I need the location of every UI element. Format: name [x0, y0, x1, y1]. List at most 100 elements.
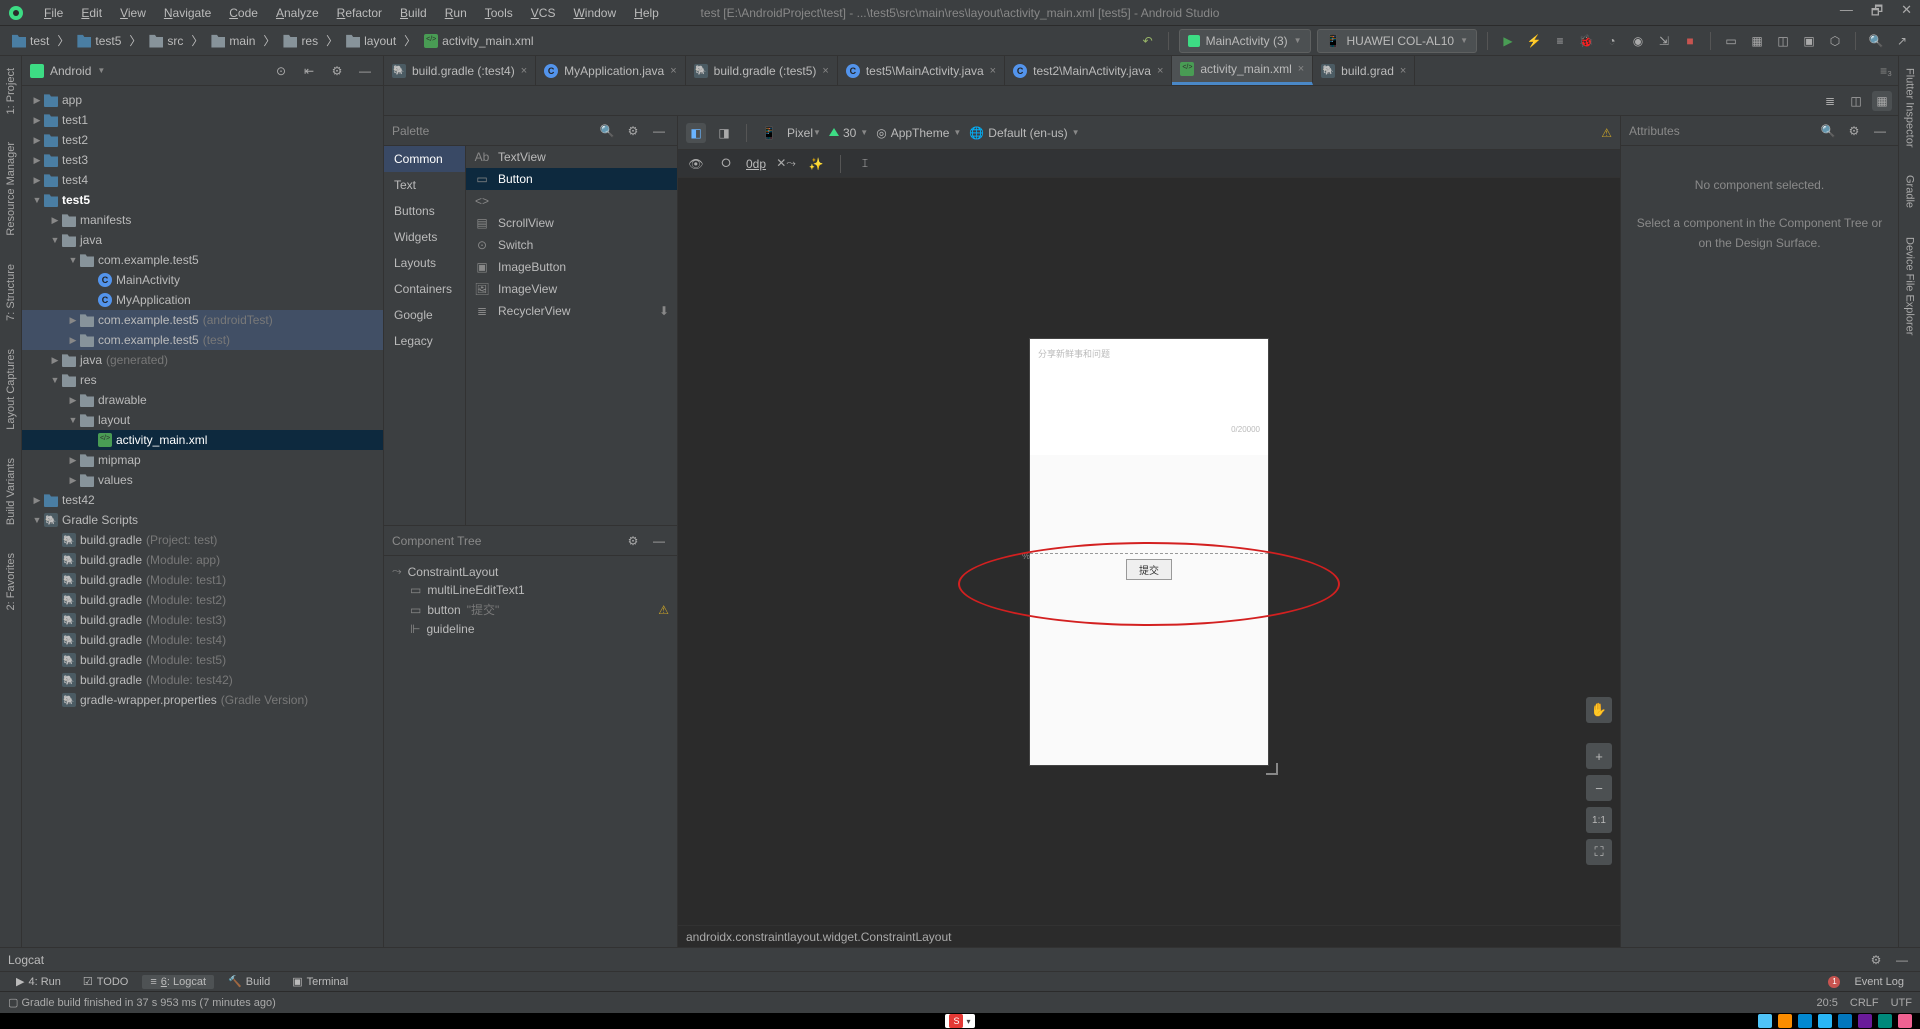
locale-picker[interactable]: 🌐Default (en-us) ▼ [969, 126, 1079, 140]
palette-item-textview[interactable]: AbTextView [466, 146, 677, 168]
tray-icon[interactable] [1798, 1014, 1812, 1028]
design-surface-icon[interactable]: ◧ [686, 123, 706, 143]
tab-event-log[interactable]: Event Log [1846, 975, 1912, 989]
default-margin[interactable]: 0dp [746, 157, 766, 171]
crumb-test5[interactable]: test5 [73, 32, 125, 50]
tab-build[interactable]: 🔨 Build [220, 974, 278, 989]
close-icon[interactable]: × [1400, 65, 1406, 77]
tree-mainactivity[interactable]: C MainActivity [22, 270, 383, 290]
crumb-layout[interactable]: layout [342, 32, 400, 50]
palette-cat-google[interactable]: Google [384, 302, 465, 328]
tray-icon[interactable] [1858, 1014, 1872, 1028]
palette-item-scrollview[interactable]: ▤ScrollView [466, 212, 677, 234]
gutter-1-project[interactable]: 1: Project [3, 60, 19, 122]
tree-build-gradle[interactable]: 🐘 build.gradle (Module: test3) [22, 610, 383, 630]
close-icon[interactable]: × [1298, 63, 1304, 75]
palette-cat-text[interactable]: Text [384, 172, 465, 198]
tab-build-gradle-test4-[interactable]: 🐘build.gradle (:test4)× [384, 56, 536, 85]
run-button[interactable]: ▶ [1498, 31, 1518, 51]
ide-settings-icon[interactable]: ↗ [1892, 31, 1912, 51]
clear-constraints-icon[interactable]: ✕⤳ [776, 154, 796, 174]
tree-mipmap[interactable]: ▶ mipmap [22, 450, 383, 470]
menu-run[interactable]: Run [437, 4, 475, 22]
zoom-in-button[interactable]: + [1586, 743, 1612, 769]
gear-icon[interactable]: ⚙ [1866, 950, 1886, 970]
blueprint-icon[interactable]: ◨ [714, 123, 734, 143]
tree-myapplication[interactable]: C MyApplication [22, 290, 383, 310]
tray-icon[interactable] [1878, 1014, 1892, 1028]
tree-build-gradle[interactable]: 🐘 build.gradle (Module: test5) [22, 650, 383, 670]
close-icon[interactable]: × [990, 65, 996, 77]
design-view-icon[interactable]: ▦ [1872, 91, 1892, 111]
tray-icon[interactable] [1758, 1014, 1772, 1028]
troubleshoot-icon[interactable]: ⬡ [1825, 31, 1845, 51]
tab-terminal[interactable]: ▣ Terminal [284, 974, 356, 989]
tree-layout[interactable]: ▼ layout [22, 410, 383, 430]
crumb-test[interactable]: test [8, 32, 53, 50]
sdk-manager-icon[interactable]: ▦ [1747, 31, 1767, 51]
menu-navigate[interactable]: Navigate [156, 4, 219, 22]
gear-icon[interactable]: ⚙ [623, 121, 643, 141]
tree-java[interactable]: ▶ java (generated) [22, 350, 383, 370]
caret-position[interactable]: 20:5 [1816, 997, 1837, 1009]
orientation-icon[interactable]: 📱 [759, 123, 779, 143]
tree-java[interactable]: ▼ java [22, 230, 383, 250]
tab-logcat[interactable]: ≡ 6: Logcat [142, 975, 214, 989]
preview-submit-button[interactable]: 提交 [1126, 559, 1172, 580]
palette-cat-layouts[interactable]: Layouts [384, 250, 465, 276]
run-config-selector[interactable]: MainActivity (3)▼ [1179, 29, 1311, 53]
locate-icon[interactable]: ⊙ [271, 61, 291, 81]
hide-icon[interactable]: — [355, 61, 375, 81]
split-view-icon[interactable]: ◫ [1846, 91, 1866, 111]
api-picker[interactable]: 30▼ [829, 126, 868, 140]
palette-item-imagebutton[interactable]: ▣ImageButton [466, 256, 677, 278]
eye-icon[interactable]: 👁 [686, 154, 706, 174]
search-icon[interactable]: 🔍 [597, 121, 617, 141]
profiler-icon[interactable]: ◔ [1602, 31, 1622, 51]
tree-build-gradle[interactable]: 🐘 build.gradle (Module: test1) [22, 570, 383, 590]
breadcrumb[interactable]: test〉test5〉src〉main〉res〉layout〉activity_… [8, 32, 1138, 50]
crumb-src[interactable]: src [145, 32, 187, 50]
palette-item-imageview[interactable]: 🖼ImageView [466, 278, 677, 300]
hide-icon[interactable]: — [1870, 121, 1890, 141]
tab-test2-mainactivity-java[interactable]: Ctest2\MainActivity.java× [1005, 56, 1172, 85]
guideline[interactable] [1030, 553, 1268, 554]
palette-item-button[interactable]: ▭Button [466, 168, 677, 190]
close-window-button[interactable]: ✕ [1901, 2, 1912, 24]
ime-icon[interactable]: S [949, 1014, 963, 1028]
tree-drawable[interactable]: ▶ drawable [22, 390, 383, 410]
menu-vcs[interactable]: VCS [523, 4, 564, 22]
tree-test5[interactable]: ▼ test5 [22, 190, 383, 210]
tree-com-example-test5[interactable]: ▶ com.example.test5 (test) [22, 330, 383, 350]
menu-analyze[interactable]: Analyze [268, 4, 327, 22]
close-icon[interactable]: × [822, 65, 828, 77]
gutter-2-favorites[interactable]: 2: Favorites [3, 545, 19, 618]
close-icon[interactable]: × [1157, 65, 1163, 77]
tree-gradle-scripts[interactable]: ▼🐘 Gradle Scripts [22, 510, 383, 530]
autoconnect-icon[interactable]: ⭘ [716, 154, 736, 174]
tree-test42[interactable]: ▶ test42 [22, 490, 383, 510]
crumb-res[interactable]: res [279, 32, 322, 50]
search-icon[interactable]: 🔍 [1818, 121, 1838, 141]
palette-cat-common[interactable]: Common [384, 146, 465, 172]
close-icon[interactable]: × [670, 65, 676, 77]
avd-manager-icon[interactable]: ▭ [1721, 31, 1741, 51]
gutter-build-variants[interactable]: Build Variants [3, 450, 19, 533]
tree-com-example-test5[interactable]: ▼ com.example.test5 [22, 250, 383, 270]
tree-values[interactable]: ▶ values [22, 470, 383, 490]
debug-button[interactable]: 🐞 [1576, 31, 1596, 51]
resize-handle-icon[interactable] [1266, 763, 1278, 775]
ct-guideline[interactable]: ⊩guideline [388, 620, 673, 638]
search-everywhere-icon[interactable]: 🔍 [1866, 31, 1886, 51]
maximize-button[interactable]: 🗗 [1871, 2, 1883, 24]
gutter-flutter-inspector[interactable]: Flutter Inspector [1902, 60, 1918, 155]
menu-edit[interactable]: Edit [73, 4, 110, 22]
tree-manifests[interactable]: ▶ manifests [22, 210, 383, 230]
hide-icon[interactable]: — [1892, 950, 1912, 970]
menu-code[interactable]: Code [221, 4, 266, 22]
palette-cat-buttons[interactable]: Buttons [384, 198, 465, 224]
design-surface[interactable]: 分享新鲜事和问题 0/20000 % 提交 ✋ + − 1:1 [678, 178, 1620, 925]
device-preview[interactable]: 分享新鲜事和问题 0/20000 % 提交 [1030, 339, 1268, 765]
tray-icon[interactable] [1838, 1014, 1852, 1028]
zoom-out-button[interactable]: − [1586, 775, 1612, 801]
